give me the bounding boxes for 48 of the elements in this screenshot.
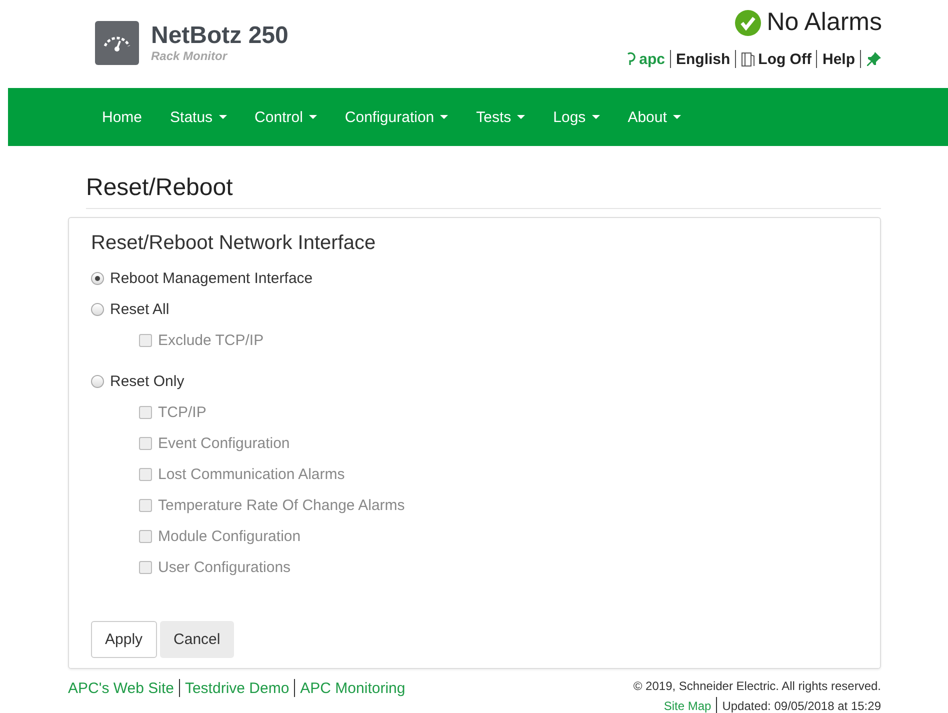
caret-icon [308, 115, 317, 119]
page-title: Reset/Reboot [86, 174, 881, 209]
copyright-text: © 2019, Schneider Electric. All rights reserved. [633, 679, 881, 693]
log-off-link[interactable]: Log Off [741, 50, 812, 68]
option-label: TCP/IP [158, 404, 206, 421]
door-icon [741, 52, 756, 66]
option-label: Temperature Rate Of Change Alarms [158, 497, 405, 514]
user-link[interactable]: apc [626, 50, 665, 68]
nav-item[interactable]: Logs [539, 108, 614, 126]
nav-item[interactable]: Tests [462, 108, 540, 126]
footer-link[interactable]: APC's Web Site [68, 680, 174, 696]
caret-icon [218, 115, 227, 119]
radio-button[interactable] [91, 375, 104, 388]
caret-icon [592, 115, 600, 119]
updated-text: Updated: 09/05/2018 at 15:29 [722, 699, 881, 713]
site-map-link[interactable]: Site Map [664, 699, 712, 713]
option-label: Exclude TCP/IP [158, 332, 264, 349]
nav-item[interactable]: About [614, 108, 695, 126]
option-label: Lost Communication Alarms [158, 466, 345, 483]
action-button[interactable]: Cancel [160, 621, 234, 658]
option-label: Reset All [110, 301, 170, 318]
option-label: Reset Only [110, 373, 184, 390]
swirl-icon [626, 52, 636, 66]
product-name: NetBotz 250 [151, 23, 288, 49]
radio-button[interactable] [91, 303, 104, 316]
caret-icon [672, 115, 681, 119]
option-label: User Configurations [158, 559, 291, 576]
footer-link[interactable]: Testdrive Demo [184, 680, 290, 696]
alarm-status: No Alarms [766, 8, 882, 37]
menu-link[interactable]: English [676, 50, 730, 68]
caret-icon [517, 115, 526, 119]
nav-item[interactable]: Status [156, 108, 241, 126]
nav-item[interactable]: Home [88, 108, 156, 126]
option-label: Reboot Management Interface [110, 270, 313, 287]
caret-icon [440, 115, 448, 119]
check-icon [734, 10, 761, 36]
action-button[interactable]: Apply [91, 621, 157, 658]
menu-link[interactable]: Help [822, 50, 855, 68]
option-label: Module Configuration [158, 528, 301, 545]
option-label: Event Configuration [158, 435, 290, 452]
gauge-icon [95, 21, 139, 65]
nav-item[interactable]: Configuration [330, 108, 462, 126]
footer-link[interactable]: APC Monitoring [300, 680, 406, 696]
radio-button[interactable] [91, 272, 104, 285]
nav-item[interactable]: Control [240, 108, 331, 126]
product-subtitle: Rack Monitor [151, 49, 228, 63]
pin-icon[interactable] [866, 51, 882, 67]
panel-title: Reset/Reboot Network Interface [91, 232, 377, 255]
